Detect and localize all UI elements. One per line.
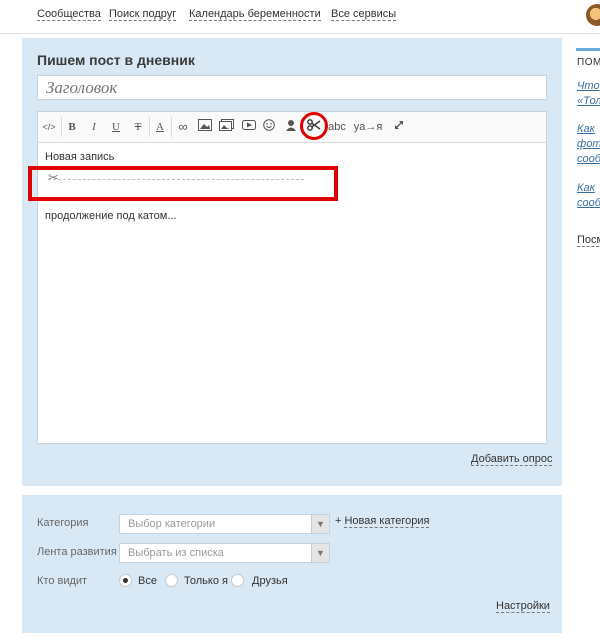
bold-icon[interactable]: B <box>65 119 79 135</box>
new-category-label: Новая категория <box>344 515 430 528</box>
toolbar-divider <box>171 117 172 137</box>
editor-toolbar: </> B I U T A ∞ abc ya→я <box>38 112 546 143</box>
nav-link-find-friends[interactable]: Поиск подруг <box>109 8 177 21</box>
smiley-icon[interactable] <box>262 119 276 135</box>
gallery-icon[interactable] <box>218 119 234 135</box>
highlight-box <box>28 166 338 201</box>
font-color-icon[interactable]: A <box>153 119 167 135</box>
feed-label: Лента развития <box>37 546 117 558</box>
new-category-link[interactable]: + Новая категория <box>335 515 430 528</box>
spellcheck-icon[interactable]: abc <box>328 119 346 135</box>
avatar[interactable] <box>586 4 600 26</box>
visibility-option-all: Все <box>138 575 157 587</box>
visibility-radio-all[interactable] <box>119 574 132 587</box>
strikethrough-icon[interactable]: T <box>131 119 145 135</box>
settings-link[interactable]: Настройки <box>496 600 550 613</box>
add-poll-link[interactable]: Добавить опрос <box>471 453 553 466</box>
content-cut-text: продолжение под катом... <box>45 210 177 222</box>
feed-select-value: Выбрать из списка <box>128 547 224 559</box>
highlight-circle <box>300 112 328 140</box>
category-select[interactable]: Выбор категории ▼ <box>119 514 330 534</box>
image-icon[interactable] <box>197 119 213 135</box>
code-icon[interactable]: </> <box>40 119 58 135</box>
rich-text-editor[interactable]: </> B I U T A ∞ abc ya→я Новая запись ✂ … <box>37 111 547 444</box>
user-icon[interactable] <box>284 119 298 135</box>
sidebar-help-heading: ПОМО <box>577 57 600 68</box>
visibility-radio-only-me[interactable] <box>165 574 178 587</box>
fullscreen-icon[interactable] <box>392 119 406 135</box>
top-navigation: Сообщества Поиск подруг Календарь береме… <box>0 0 600 34</box>
visibility-option-friends: Друзья <box>252 575 288 587</box>
nav-link-communities[interactable]: Сообщества <box>37 8 101 21</box>
visibility-radio-friends[interactable] <box>231 574 244 587</box>
italic-icon[interactable]: I <box>87 119 101 135</box>
sidebar-view-link[interactable]: Посм <box>577 234 600 247</box>
sidebar-help-link-2[interactable]: Как фот сооб <box>577 122 600 167</box>
visibility-option-only-me: Только я <box>184 575 228 587</box>
sidebar-accent <box>576 48 600 51</box>
visibility-label: Кто видит <box>37 575 88 587</box>
feed-select[interactable]: Выбрать из списка ▼ <box>119 543 330 563</box>
content-first-line: Новая запись <box>45 151 115 163</box>
toolbar-divider <box>61 117 62 137</box>
sidebar-help-link-1[interactable]: Что «Тол <box>577 79 600 109</box>
category-label: Категория <box>37 517 89 529</box>
nav-link-all-services[interactable]: Все сервисы <box>331 8 397 21</box>
nav-link-pregnancy-calendar[interactable]: Календарь беременности <box>189 8 321 21</box>
category-select-value: Выбор категории <box>128 518 216 530</box>
translit-icon[interactable]: ya→я <box>352 119 384 135</box>
sidebar-help-link-3[interactable]: Как сооб <box>577 181 600 211</box>
post-title-input[interactable] <box>37 75 547 100</box>
underline-icon[interactable]: U <box>109 119 123 135</box>
toolbar-divider <box>149 117 150 137</box>
page-title: Пишем пост в дневник <box>37 52 195 68</box>
link-icon[interactable]: ∞ <box>175 119 191 135</box>
chevron-down-icon: ▼ <box>311 544 329 562</box>
chevron-down-icon: ▼ <box>311 515 329 533</box>
video-icon[interactable] <box>241 119 257 135</box>
